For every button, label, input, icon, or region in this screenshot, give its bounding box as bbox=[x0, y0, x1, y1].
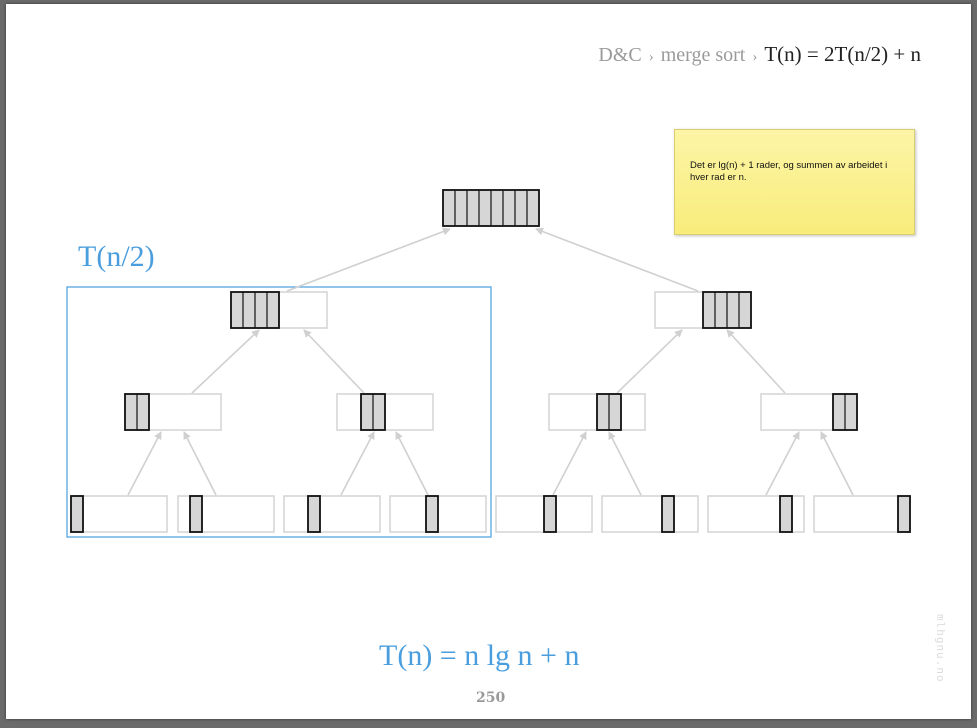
empty-slot bbox=[813, 495, 911, 533]
array-cell bbox=[70, 495, 84, 533]
array-cell bbox=[897, 495, 911, 533]
page-number: 250 bbox=[476, 690, 506, 706]
tree-node-level1-right bbox=[654, 291, 752, 329]
edge-arrow bbox=[726, 329, 786, 394]
tree-node-level2-2 bbox=[336, 393, 434, 431]
edge-arrow bbox=[183, 431, 217, 496]
edge-arrow bbox=[286, 227, 451, 292]
slide-page: D&C › merge sort › T(n) = 2T(n/2) + n Det er… bbox=[6, 4, 971, 719]
array-cell bbox=[779, 495, 793, 533]
edge-arrow bbox=[765, 431, 800, 496]
watermark: mlhgnu.no bbox=[934, 614, 947, 683]
recursion-tree-diagram bbox=[66, 189, 911, 538]
edge-arrow bbox=[535, 227, 699, 292]
empty-slot bbox=[283, 495, 381, 533]
empty-slot bbox=[70, 495, 168, 533]
tree-node-root bbox=[442, 189, 540, 227]
edge-arrow bbox=[616, 329, 683, 394]
array-cell bbox=[307, 495, 321, 533]
tree-node-level2-3 bbox=[548, 393, 646, 431]
edge-arrow bbox=[395, 431, 429, 496]
edge-arrow bbox=[191, 329, 260, 394]
empty-slot bbox=[601, 495, 699, 533]
tree-node-level2-4 bbox=[760, 393, 858, 431]
edge-arrow bbox=[552, 431, 587, 496]
edge-arrow bbox=[820, 431, 854, 496]
edge-arrow bbox=[127, 431, 162, 496]
edge-arrow bbox=[303, 329, 365, 394]
tree-node-level2-1 bbox=[124, 393, 222, 431]
edge-arrow bbox=[340, 431, 375, 496]
tree-node-level1-left bbox=[230, 291, 328, 329]
solution-formula: T(n) = n lg n + n bbox=[379, 639, 580, 672]
array-cell bbox=[543, 495, 557, 533]
edge-arrow bbox=[608, 431, 642, 496]
array-cell bbox=[661, 495, 675, 533]
array-cell bbox=[189, 495, 203, 533]
array-cell bbox=[425, 495, 439, 533]
